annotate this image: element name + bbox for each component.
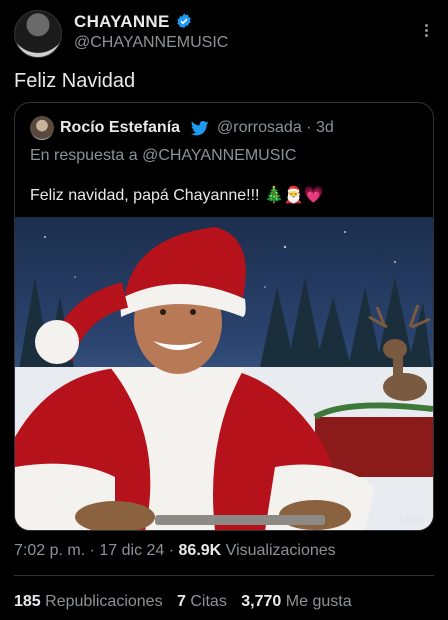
author-handle[interactable]: @CHAYANNEMUSIC xyxy=(74,34,228,52)
tweet-timestamp[interactable]: 7:02 p. m. · 17 dic 24 · xyxy=(14,542,179,559)
verified-badge-icon xyxy=(177,13,191,29)
quoted-emojis: 🎄🎅💗 xyxy=(263,187,324,204)
author-display-name[interactable]: CHAYANNE xyxy=(74,12,170,32)
image-watermark: GROK xyxy=(399,516,425,525)
likes-stat[interactable]: 3,770 Me gusta xyxy=(241,593,351,610)
quoted-text-body: Feliz navidad, papá Chayanne!!! xyxy=(30,187,260,204)
tweet-stats: 185 Republicaciones 7 Citas 3,770 Me gus… xyxy=(14,593,352,611)
quoted-author-name[interactable]: Rocío Estefanía xyxy=(60,119,180,137)
quotes-count: 7 xyxy=(177,593,186,610)
quoted-image[interactable]: GROK xyxy=(15,217,433,530)
twitter-bird-icon xyxy=(191,121,209,136)
quoted-handle-time[interactable]: @rorrosada · 3d xyxy=(217,119,334,137)
quoted-tweet[interactable]: Rocío Estefanía @rorrosada · 3d En respu… xyxy=(14,102,434,531)
tweet-header: CHAYANNE @CHAYANNEMUSIC xyxy=(14,10,434,60)
reposts-stat[interactable]: 185 Republicaciones xyxy=(14,593,163,610)
tweet-text: Feliz Navidad xyxy=(14,70,136,92)
likes-label: Me gusta xyxy=(285,593,352,610)
author-avatar[interactable] xyxy=(14,10,62,58)
reposts-label: Republicaciones xyxy=(45,593,163,610)
quotes-stat[interactable]: 7 Citas xyxy=(177,593,227,610)
divider xyxy=(14,575,434,576)
reply-to-label: En respuesta a @CHAYANNEMUSIC xyxy=(30,147,297,164)
quoted-tweet-text: Feliz navidad, papá Chayanne!!! 🎄🎅💗 xyxy=(30,185,324,205)
views-label: Visualizaciones xyxy=(221,542,336,559)
quoted-author-avatar[interactable] xyxy=(30,116,54,140)
views-count: 86.9K xyxy=(178,542,222,559)
tweet-meta: 7:02 p. m. · 17 dic 24 · 86.9K Visualiza… xyxy=(14,542,336,560)
santa-illustration xyxy=(15,227,433,530)
quotes-label: Citas xyxy=(190,593,227,610)
reposts-count: 185 xyxy=(14,593,41,610)
more-options-icon[interactable] xyxy=(418,22,434,38)
likes-count: 3,770 xyxy=(241,593,282,610)
